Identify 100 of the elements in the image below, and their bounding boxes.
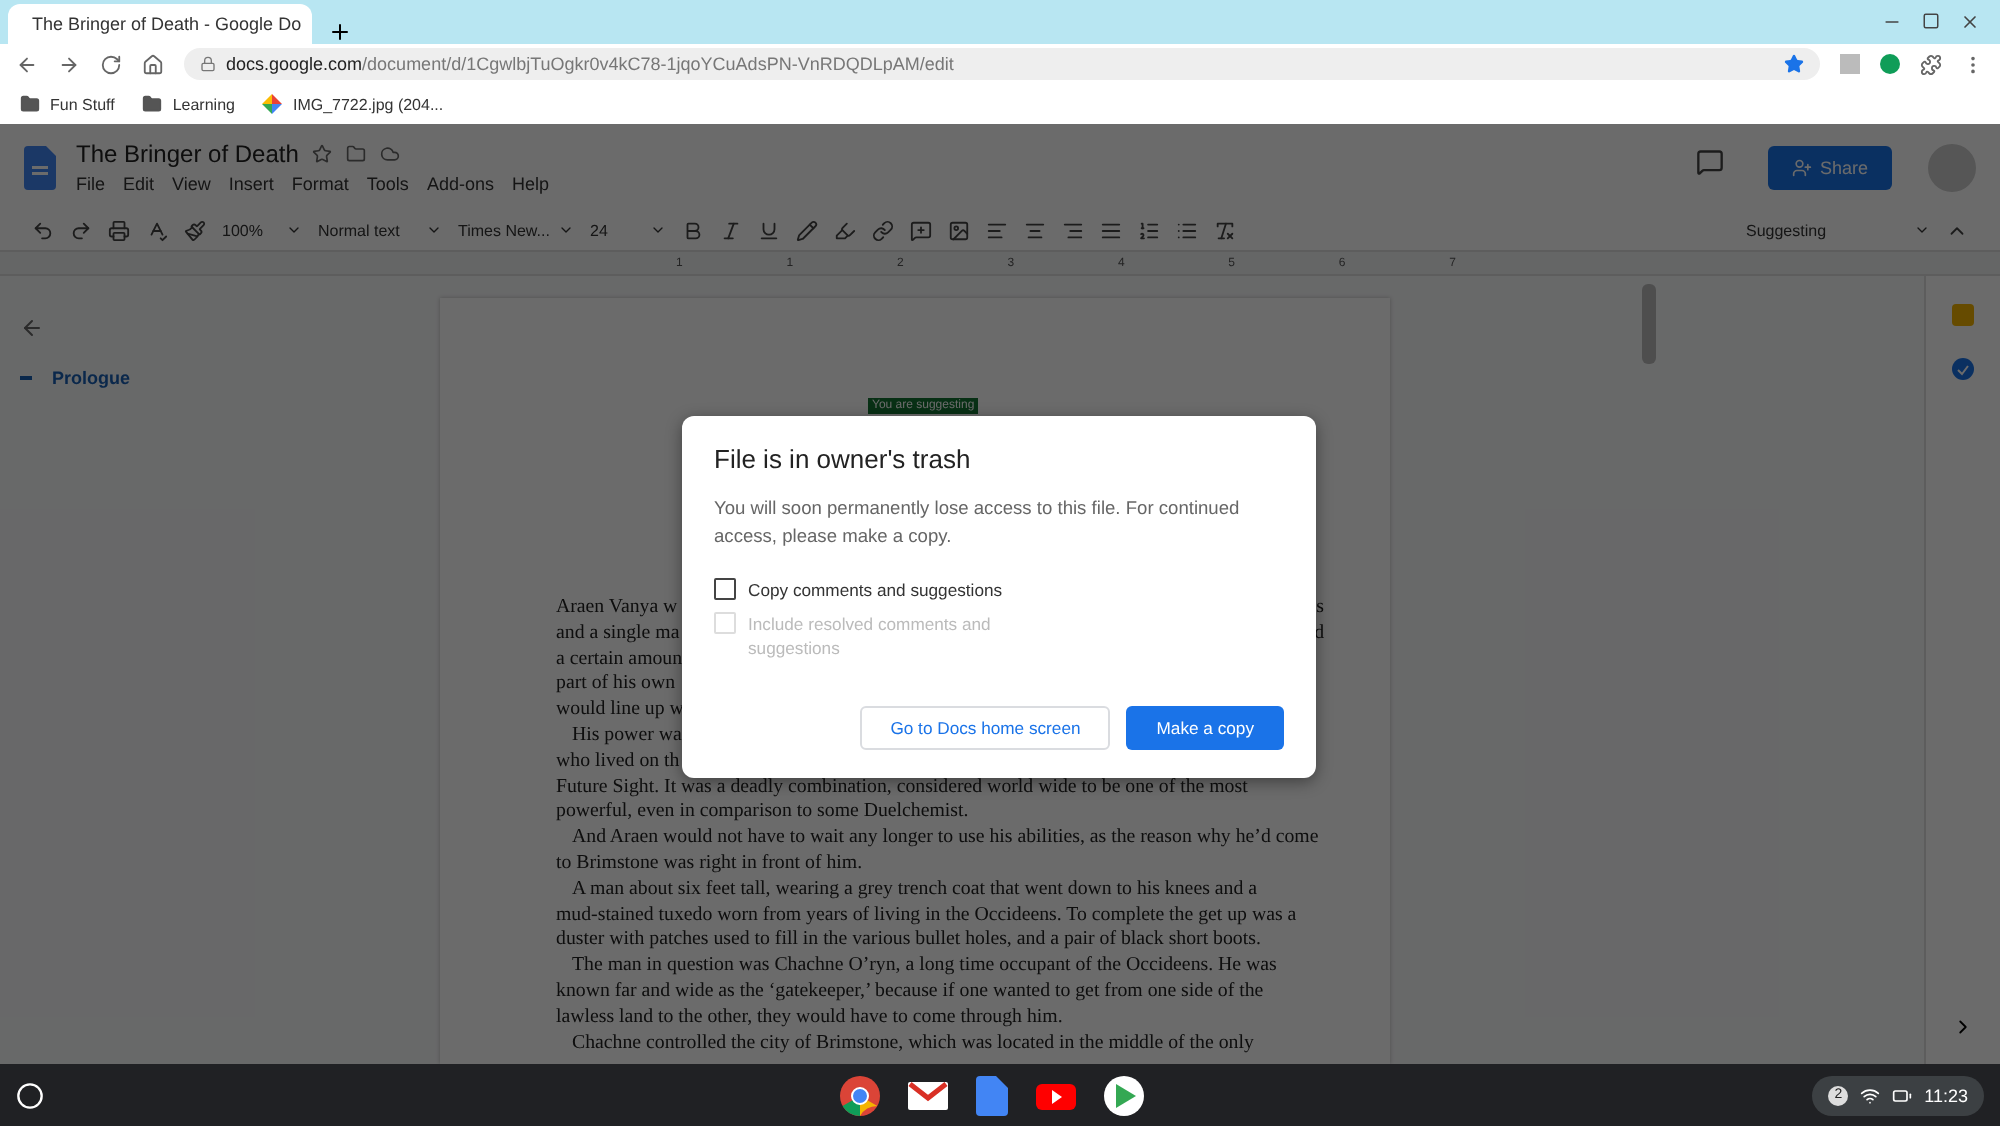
font-dropdown[interactable]: Times New...: [458, 221, 574, 239]
zoom-dropdown[interactable]: 100%: [222, 221, 302, 239]
check-circle-icon[interactable]: [1952, 358, 1974, 380]
lock-icon: [200, 56, 216, 72]
caret-icon: [1914, 222, 1930, 238]
url-text: docs.google.com/document/d/1CgwlbjTuOgkr0v4kC78-1jqoYCuAdsPN-VnRDQDLpAM/edit: [226, 54, 954, 74]
tab-title: The Bringer of Death - Google Do: [32, 14, 302, 34]
menu-item[interactable]: Add-ons: [426, 174, 494, 194]
reload-icon[interactable]: [100, 53, 122, 75]
document-icon[interactable]: [976, 1075, 1008, 1115]
star-icon[interactable]: [1784, 54, 1804, 74]
checkbox-label: Include resolved comments and suggestions: [748, 612, 993, 660]
menu-item[interactable]: Insert: [228, 174, 274, 194]
text-line: lawless land to the other, they would have to come through him.: [556, 1005, 1063, 1032]
text-line: Araen Vanya w: [556, 596, 678, 622]
menu-item[interactable]: File: [76, 174, 106, 194]
make-copy-button[interactable]: Make a copy: [1126, 706, 1284, 750]
text-line: His power wa: [572, 723, 682, 750]
close-icon[interactable]: [1960, 12, 1980, 32]
image-icon[interactable]: [948, 219, 970, 241]
home-screen-button[interactable]: Go to Docs home screen: [860, 706, 1111, 750]
caret-icon: [650, 222, 666, 238]
person-icon: [1791, 157, 1812, 177]
forward-icon[interactable]: [58, 53, 80, 75]
text-line: Future Sight. It was a deadly combination, considered world wide to be one of the most: [556, 775, 1248, 801]
address-bar[interactable]: docs.google.com/document/d/1CgwlbjTuOgkr0v4kC78-1jqoYCuAdsPN-VnRDQDLpAM/edit: [184, 48, 1820, 80]
style-dropdown[interactable]: Normal text: [318, 221, 442, 239]
back-icon[interactable]: [20, 316, 44, 340]
cloud-icon[interactable]: [380, 144, 401, 164]
text-line: mud-stained tuxedo worn from years of living in the Occideens. To complete the get up was a: [556, 903, 1297, 929]
text-line: And Araen would not have to wait any longer to use his abilities, as the reason why he’d come: [572, 826, 1319, 852]
justify-icon[interactable]: [1100, 219, 1122, 241]
share-button[interactable]: Share: [1767, 145, 1892, 189]
scrollbar[interactable]: [1642, 284, 1656, 364]
text-line: would line up w: [556, 698, 684, 724]
wifi-icon: [1860, 1085, 1881, 1105]
spellcheck-icon[interactable]: [146, 219, 168, 241]
bulleted-list-icon[interactable]: [1176, 219, 1198, 241]
mode-dropdown[interactable]: Suggesting: [1746, 221, 1930, 239]
chrome-icon[interactable]: [840, 1075, 880, 1115]
bold-icon[interactable]: [682, 219, 704, 241]
comment-icon[interactable]: [1695, 148, 1724, 176]
text-color-icon[interactable]: [796, 219, 818, 241]
text-line: known far and wide as the ‘gatekeeper,’ because if one wanted to get from one side of the: [556, 979, 1264, 1006]
bookmark[interactable]: IMG_7722.jpg (204...: [262, 94, 444, 114]
font-size-dropdown[interactable]: 24: [590, 221, 666, 239]
link-icon[interactable]: [872, 219, 894, 241]
checkbox-label: Copy comments and suggestions: [748, 578, 1003, 602]
text-line: part of his own: [556, 672, 676, 699]
bookmark[interactable]: Learning: [142, 94, 235, 114]
text-line: duster with patches used to fill in the various bullet holes, and a pair of black short boots.: [556, 928, 1261, 955]
print-icon[interactable]: [108, 219, 130, 241]
folder-icon: [20, 94, 40, 114]
highlighter-icon[interactable]: [834, 219, 856, 241]
redo-icon[interactable]: [70, 219, 92, 241]
puzzle-icon[interactable]: [1920, 53, 1942, 75]
pinwheel-icon: [262, 94, 283, 114]
document-title[interactable]: The Bringer of Death: [76, 140, 299, 168]
text-line: a certain amoun: [556, 647, 683, 673]
add-comment-icon[interactable]: [910, 219, 932, 241]
folder-icon[interactable]: [346, 144, 367, 164]
outline-item[interactable]: Prologue: [52, 368, 131, 388]
launcher-icon[interactable]: [16, 1081, 44, 1109]
text-line: A man about six feet tall, wearing a grey trench coat that went down to his knees and a: [572, 877, 1257, 904]
menu-item[interactable]: Tools: [366, 174, 409, 194]
paint-format-icon[interactable]: [184, 219, 206, 241]
text-line: The man in question was Chachne O’ryn, a long time occupant of the Occideens. He was: [572, 954, 1277, 980]
align-left-icon[interactable]: [986, 219, 1008, 241]
dialog-message: You will soon permanently lose access to this file. For continued access, please make a copy.: [714, 496, 1242, 550]
caret-icon: [286, 222, 302, 238]
clock: 11:23: [1924, 1085, 1968, 1105]
checkbox[interactable]: [714, 578, 736, 600]
folder-icon: [142, 94, 163, 114]
text-fragment: s: [1316, 596, 1324, 622]
menu-item[interactable]: View: [172, 174, 211, 194]
menu-item[interactable]: Format: [291, 174, 349, 194]
browser-tab[interactable]: The Bringer of Death - Google Do: [8, 4, 312, 44]
back-icon[interactable]: [16, 53, 38, 75]
docs-logo-icon[interactable]: [24, 145, 56, 189]
battery-icon: [1892, 1085, 1913, 1105]
new-tab-icon[interactable]: [328, 20, 352, 44]
align-center-icon[interactable]: [1024, 219, 1046, 241]
bookmark[interactable]: Fun Stuff: [20, 94, 115, 114]
text-line: powerful, even in comparison to some Duelchemist.: [556, 800, 969, 827]
clear-formatting-icon[interactable]: [1214, 219, 1236, 241]
text-line: who lived on th: [556, 749, 680, 776]
menu-item[interactable]: Help: [511, 174, 549, 194]
align-right-icon[interactable]: [1062, 219, 1084, 241]
italic-icon[interactable]: [720, 219, 742, 241]
star-icon[interactable]: [312, 144, 333, 164]
menu-item[interactable]: Edit: [123, 174, 155, 194]
text-line: Chachne controlled the city of Brimstone, which was located in the middle of the only: [572, 1031, 1254, 1057]
numbered-list-icon[interactable]: [1138, 219, 1160, 241]
undo-icon[interactable]: [32, 219, 54, 241]
restore-icon[interactable]: [1922, 12, 1940, 30]
triangle-play-icon[interactable]: [1104, 1075, 1144, 1115]
underline-icon[interactable]: [758, 219, 780, 241]
caret-icon: [426, 222, 442, 238]
home-icon[interactable]: [142, 53, 164, 75]
dialog-title: File is in owner's trash: [714, 444, 973, 474]
